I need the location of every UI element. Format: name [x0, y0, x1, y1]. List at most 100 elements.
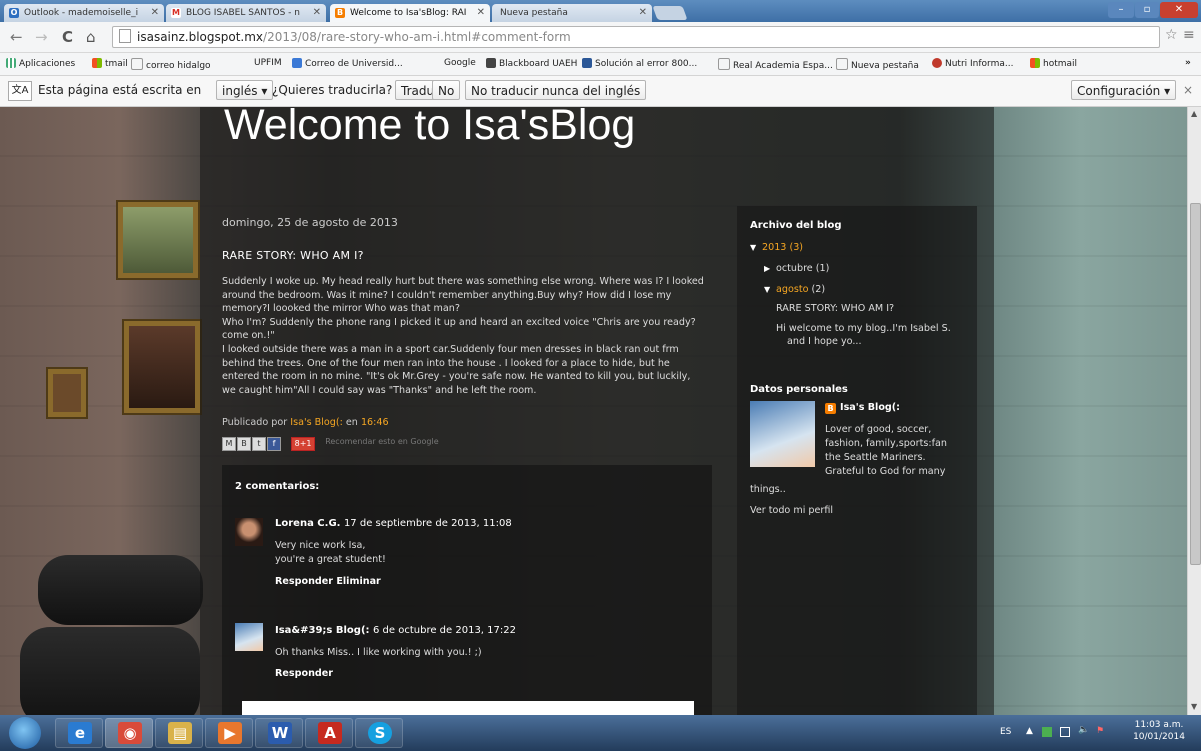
taskbar-internet-explorer[interactable]: e: [55, 718, 103, 748]
view-profile-link[interactable]: Ver todo mi perfil: [750, 505, 833, 516]
post-date: domingo, 25 de agosto de 2013: [222, 216, 398, 229]
network-icon[interactable]: [1042, 727, 1052, 737]
bookmark-hotmail-2[interactable]: hotmail: [1030, 58, 1077, 69]
close-translate-icon[interactable]: ×: [1183, 80, 1193, 100]
archive-year[interactable]: ▼ 2013 (3): [750, 242, 803, 253]
profile-title: Datos personales: [750, 384, 848, 395]
tab-title: Welcome to Isa'sBlog: RAI: [350, 8, 467, 18]
never-translate-button[interactable]: No traducir nunca del inglés: [465, 80, 647, 100]
comments-heading: 2 comentarios:: [235, 481, 320, 492]
action-center-icon[interactable]: ⚑: [1096, 726, 1104, 736]
comment-date[interactable]: 6 de octubre de 2013, 17:22: [373, 625, 516, 636]
background-portrait: [124, 321, 200, 413]
back-arrow-icon[interactable]: ←: [10, 28, 23, 46]
bookmark-apps[interactable]: Aplicaciones: [6, 58, 75, 69]
tab-title: BLOG ISABEL SANTOS - n: [186, 8, 300, 18]
scroll-up-icon[interactable]: ▲: [1191, 109, 1197, 118]
translate-question: ¿Quieres traducirla?: [272, 83, 393, 97]
post-title[interactable]: RARE STORY: WHO AM I?: [222, 249, 364, 262]
tab-title: Nueva pestaña: [500, 8, 568, 18]
post-author-link[interactable]: Isa's Blog(:: [290, 417, 343, 428]
taskbar-skype[interactable]: S: [355, 718, 403, 748]
email-icon[interactable]: M: [222, 437, 236, 451]
bookmarks-overflow-icon[interactable]: »: [1185, 58, 1191, 68]
bookmark-solucion-error[interactable]: Solución al error 800...: [582, 58, 697, 69]
taskbar-acrobat[interactable]: A: [305, 718, 353, 748]
post-time-link[interactable]: 16:46: [361, 417, 389, 428]
triangle-down-icon: ▼: [750, 243, 757, 252]
reload-icon[interactable]: C: [62, 28, 73, 46]
comment-date[interactable]: 17 de septiembre de 2013, 11:08: [344, 518, 512, 529]
show-hidden-icons-icon[interactable]: ▲: [1026, 726, 1033, 736]
bookmark-star-icon[interactable]: ☆: [1165, 27, 1178, 43]
bookmark-real-academia[interactable]: Real Academia Espa...: [718, 58, 833, 71]
taskbar-file-explorer[interactable]: ▤: [155, 718, 203, 748]
blog-title[interactable]: Welcome to Isa'sBlog: [224, 107, 635, 150]
archive-month-august[interactable]: ▼ agosto (2): [764, 284, 825, 295]
tab-outlook[interactable]: O Outlook - mademoiselle_i ✕: [4, 4, 164, 22]
forward-arrow-icon[interactable]: →: [35, 28, 48, 46]
bookmark-upfim[interactable]: UPFIM: [254, 58, 282, 68]
help-icon: [582, 58, 592, 68]
translate-bar: 文A Esta página está escrita en inglés ▾ …: [0, 76, 1201, 107]
skype-icon: S: [368, 722, 392, 744]
start-button[interactable]: [9, 717, 41, 749]
menu-icon[interactable]: ≡: [1183, 27, 1195, 43]
close-icon[interactable]: ✕: [313, 4, 321, 22]
google-plus-one-button[interactable]: 8+1: [291, 437, 316, 451]
translate-settings-button[interactable]: Configuración ▾: [1071, 80, 1177, 100]
taskbar-media-player[interactable]: ▶: [205, 718, 253, 748]
device-icon[interactable]: [1060, 727, 1070, 737]
tab-new-tab[interactable]: Nueva pestaña ✕: [492, 4, 652, 22]
background-painting: [118, 202, 198, 278]
close-icon[interactable]: ✕: [477, 4, 485, 22]
scrollbar-thumb[interactable]: [1190, 203, 1201, 565]
close-icon[interactable]: ✕: [639, 4, 647, 22]
scroll-down-icon[interactable]: ▼: [1191, 702, 1197, 711]
maximize-button[interactable]: ▫: [1135, 2, 1159, 18]
blogthis-icon[interactable]: B: [237, 437, 251, 451]
archive-post-snippet: Hi welcome to my blog..I'm Isabel S.: [776, 323, 951, 334]
volume-icon[interactable]: 🔈: [1078, 725, 1089, 735]
comment-actions[interactable]: Responder Eliminar: [275, 576, 381, 587]
clock[interactable]: 11:03 a.m. 10/01/2014: [1128, 719, 1190, 743]
bookmark-correo-hidalgo[interactable]: correo hidalgo: [131, 58, 211, 71]
share-note: Recomendar esto en Google: [325, 437, 439, 446]
page-icon: [836, 58, 848, 70]
bookmark-hotmail-1[interactable]: tmail: [92, 58, 128, 69]
new-tab-button[interactable]: [652, 6, 688, 20]
taskbar-word[interactable]: W: [255, 718, 303, 748]
bookmark-nutri-informa[interactable]: Nutri Informa...: [932, 58, 1013, 69]
bookmark-google[interactable]: Google: [444, 58, 476, 68]
background-small-frame: [48, 369, 86, 417]
tab-blog-isabel-santos[interactable]: M BLOG ISABEL SANTOS - n ✕: [166, 4, 326, 22]
home-icon[interactable]: ⌂: [86, 28, 96, 46]
close-icon[interactable]: ✕: [151, 4, 159, 22]
scrollbar[interactable]: ▲ ▼: [1187, 107, 1201, 715]
facebook-icon[interactable]: f: [267, 437, 281, 451]
comment-text: Oh thanks Miss.. I like working with you…: [275, 647, 482, 658]
comments-section: 2 comentarios: Lorena C.G. 17 de septiem…: [222, 465, 712, 715]
bookmark-blackboard[interactable]: Blackboard UAEH: [486, 58, 577, 69]
archive-month-october[interactable]: ▶ octubre (1): [764, 263, 829, 274]
archive-post-link[interactable]: RARE STORY: WHO AM I?: [776, 303, 894, 314]
close-window-button[interactable]: ✕: [1160, 2, 1198, 18]
twitter-icon[interactable]: t: [252, 437, 266, 451]
avatar[interactable]: [235, 623, 263, 651]
post-footer: Publicado por Isa's Blog(: en 16:46: [222, 417, 389, 428]
comment-form[interactable]: [242, 701, 694, 715]
address-bar[interactable]: isasainz.blogspot.mx/2013/08/rare-story-…: [112, 26, 1160, 48]
profile-photo[interactable]: [750, 401, 815, 467]
comment-actions[interactable]: Responder: [275, 668, 333, 679]
media-player-icon: ▶: [218, 722, 242, 744]
tab-welcome-blog[interactable]: B Welcome to Isa'sBlog: RAI ✕: [330, 4, 490, 22]
language-indicator[interactable]: ES: [1000, 727, 1011, 737]
taskbar-chrome[interactable]: ◉: [105, 718, 153, 748]
avatar[interactable]: [235, 518, 263, 546]
bookmark-correo-universidad[interactable]: Correo de Universid...: [292, 58, 403, 69]
no-button[interactable]: No: [432, 80, 461, 100]
bookmark-nueva-pestana[interactable]: Nueva pestaña: [836, 58, 919, 71]
minimize-button[interactable]: –: [1108, 2, 1134, 18]
language-select[interactable]: inglés ▾: [216, 80, 274, 100]
profile-name[interactable]: B Isa's Blog(:: [825, 402, 900, 414]
